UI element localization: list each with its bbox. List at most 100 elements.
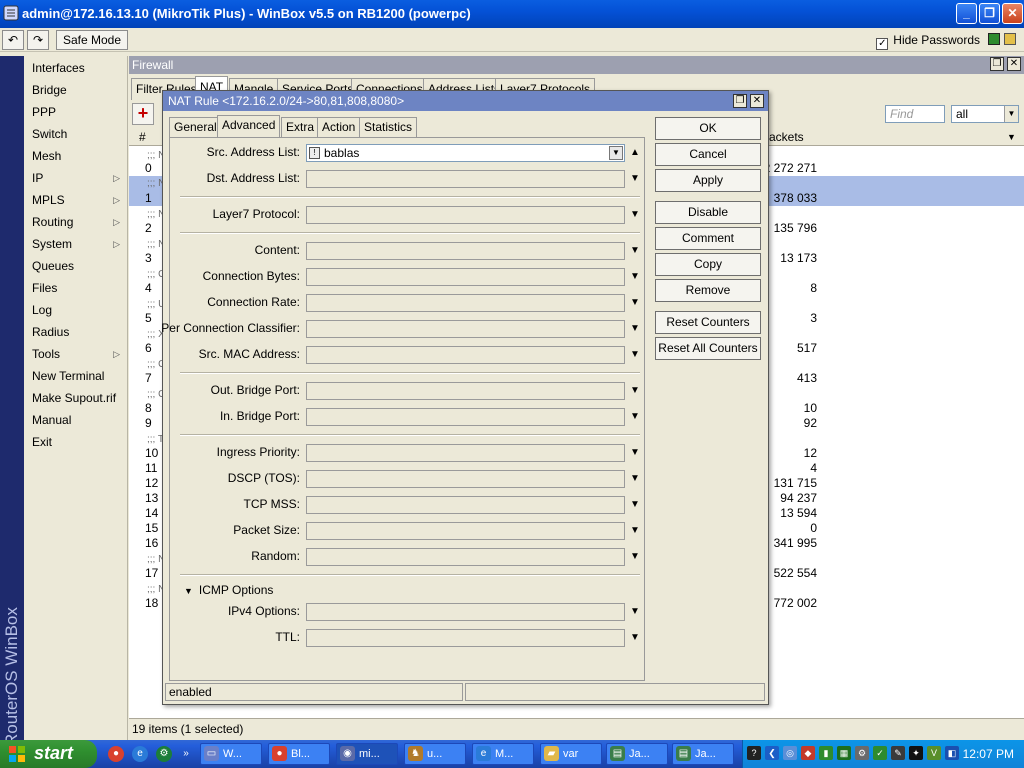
hide-passwords-toggle[interactable]: ✓ Hide Passwords	[876, 33, 980, 50]
task-button[interactable]: ▤ Ja...	[606, 743, 668, 765]
in-bridge-port-field[interactable]	[306, 408, 625, 426]
chevron-down-icon[interactable]: ▼	[630, 473, 640, 484]
row-number[interactable]: 17	[145, 566, 158, 580]
safe-mode-button[interactable]: Safe Mode	[56, 30, 128, 50]
tab-statistics[interactable]: Statistics	[359, 117, 418, 137]
close-icon[interactable]: ✕	[1007, 57, 1021, 71]
sidebar-item-switch[interactable]: Switch	[24, 123, 128, 145]
packet-size-field[interactable]	[306, 522, 625, 540]
sidebar-item-ppp[interactable]: PPP	[24, 101, 128, 123]
sidebar-item-interfaces[interactable]: Interfaces	[24, 57, 128, 79]
clock[interactable]: 12:07 PM	[963, 747, 1014, 761]
network-icon[interactable]: ⚙	[156, 746, 172, 762]
chevron-down-icon[interactable]: ▼	[630, 297, 640, 308]
dst-address-list-field[interactable]	[306, 170, 625, 188]
comment-button[interactable]: Comment	[655, 227, 761, 250]
sidebar-item-system[interactable]: System ▷	[24, 233, 128, 255]
ok-button[interactable]: OK	[655, 117, 761, 140]
sidebar-item-bridge[interactable]: Bridge	[24, 79, 128, 101]
apply-button[interactable]: Apply	[655, 169, 761, 192]
disable-button[interactable]: Disable	[655, 201, 761, 224]
random-field[interactable]	[306, 548, 625, 566]
chevron-down-icon[interactable]: ▼	[630, 209, 640, 220]
tray-app-icon[interactable]: V	[927, 746, 941, 760]
tray-app-icon[interactable]: ✦	[909, 746, 923, 760]
chevron-down-icon[interactable]: ▼	[630, 385, 640, 396]
maximize-button[interactable]: ❐	[979, 3, 1000, 24]
tray-app-icon[interactable]: ◎	[783, 746, 797, 760]
sidebar-item-make-supout[interactable]: Make Supout.rif	[24, 387, 128, 409]
sidebar-item-mesh[interactable]: Mesh	[24, 145, 128, 167]
row-number[interactable]: 1	[145, 191, 152, 205]
layer7-protocol-field[interactable]	[306, 206, 625, 224]
chrome-icon[interactable]: ●	[108, 746, 124, 762]
column-menu-icon[interactable]: ▼	[1007, 128, 1016, 146]
row-number[interactable]: 2	[145, 221, 152, 235]
remove-button[interactable]: Remove	[655, 279, 761, 302]
out-bridge-port-field[interactable]	[306, 382, 625, 400]
find-input[interactable]: Find	[885, 105, 945, 123]
hide-passwords-checkbox[interactable]: ✓	[876, 38, 889, 50]
add-icon[interactable]: +	[132, 103, 154, 125]
column-num[interactable]: #	[139, 128, 146, 146]
window-titlebar[interactable]: admin@172.16.13.10 (MikroTik Plus) - Win…	[0, 0, 1024, 28]
chevron-down-icon[interactable]: ▼	[630, 632, 640, 643]
restore-icon[interactable]: ❐	[990, 57, 1004, 71]
minimize-button[interactable]: _	[956, 3, 977, 24]
row-number[interactable]: 16	[145, 536, 158, 550]
dscp-field[interactable]	[306, 470, 625, 488]
chevron-down-icon[interactable]: ▼	[630, 271, 640, 282]
ie-icon[interactable]: e	[132, 746, 148, 762]
tcp-mss-field[interactable]	[306, 496, 625, 514]
chevron-down-icon[interactable]: ▼	[630, 349, 640, 360]
collapse-up-icon[interactable]: ▲	[630, 147, 640, 158]
task-button[interactable]: ▤ Ja...	[672, 743, 734, 765]
chevron-down-icon[interactable]: ▼	[609, 146, 623, 160]
tray-app-icon[interactable]: ✎	[891, 746, 905, 760]
copy-button[interactable]: Copy	[655, 253, 761, 276]
start-button[interactable]: start	[0, 740, 97, 768]
tray-app-icon[interactable]: ▮	[819, 746, 833, 760]
task-button[interactable]: ▰ var	[540, 743, 602, 765]
dialog-titlebar[interactable]: NAT Rule <172.16.2.0/24->80,81,808,8080>…	[163, 91, 768, 111]
reset-counters-button[interactable]: Reset Counters	[655, 311, 761, 334]
more-icon[interactable]: »	[178, 746, 194, 762]
sidebar-item-exit[interactable]: Exit	[24, 431, 128, 453]
tray-app-icon[interactable]: ▦	[837, 746, 851, 760]
content-field[interactable]	[306, 242, 625, 260]
undo-button[interactable]: ↶	[2, 30, 24, 50]
chevron-left-icon[interactable]: ❮	[765, 746, 779, 760]
tray-app-icon[interactable]: ⚙	[855, 746, 869, 760]
task-button[interactable]: ◉ mi...	[336, 743, 398, 765]
help-icon[interactable]: ?	[747, 746, 761, 760]
tray-app-icon[interactable]: ◆	[801, 746, 815, 760]
sidebar-item-new-terminal[interactable]: New Terminal	[24, 365, 128, 387]
tray-app-icon[interactable]: ◧	[945, 746, 959, 760]
filter-select[interactable]: all ▼	[951, 105, 1019, 123]
reset-all-counters-button[interactable]: Reset All Counters	[655, 337, 761, 360]
tray-app-icon[interactable]: ✓	[873, 746, 887, 760]
sidebar-item-log[interactable]: Log	[24, 299, 128, 321]
chevron-down-icon[interactable]: ▼	[630, 499, 640, 510]
connection-bytes-field[interactable]	[306, 268, 625, 286]
src-mac-address-field[interactable]	[306, 346, 625, 364]
sidebar-item-radius[interactable]: Radius	[24, 321, 128, 343]
sidebar-item-manual[interactable]: Manual	[24, 409, 128, 431]
close-button[interactable]: ✕	[1002, 3, 1023, 24]
task-button[interactable]: ▭ W...	[200, 743, 262, 765]
collapse-triangle-icon[interactable]: ▼	[184, 586, 193, 596]
chevron-down-icon[interactable]: ▼	[630, 173, 640, 184]
task-button[interactable]: ● Bl...	[268, 743, 330, 765]
chevron-down-icon[interactable]: ▼	[630, 606, 640, 617]
chevron-down-icon[interactable]: ▼	[630, 411, 640, 422]
redo-button[interactable]: ↷	[27, 30, 49, 50]
chevron-down-icon[interactable]: ▼	[630, 551, 640, 562]
per-connection-classifier-field[interactable]	[306, 320, 625, 338]
ipv4-options-field[interactable]	[306, 603, 625, 621]
task-button[interactable]: ♞ u...	[404, 743, 466, 765]
tab-general[interactable]: General	[169, 117, 222, 137]
tab-extra[interactable]: Extra	[281, 117, 320, 137]
chevron-down-icon[interactable]: ▼	[630, 323, 640, 334]
tab-advanced[interactable]: Advanced	[217, 115, 281, 137]
firewall-titlebar[interactable]: Firewall ❐ ✕	[129, 56, 1024, 74]
